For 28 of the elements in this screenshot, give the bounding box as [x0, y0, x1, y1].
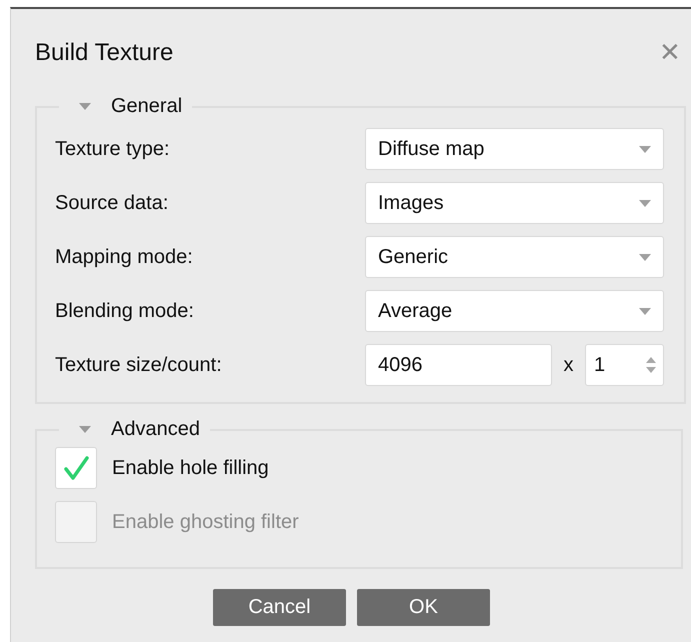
- field-label: Source data:: [55, 192, 170, 214]
- cancel-button[interactable]: Cancel: [213, 589, 346, 626]
- field-label: Blending mode:: [55, 300, 195, 322]
- caret-icon: [639, 200, 651, 206]
- dropdown[interactable]: Average: [365, 290, 664, 332]
- caret-icon: [639, 254, 651, 260]
- checkbox-label: Enable hole filling: [112, 456, 269, 480]
- disclosure-triangle-icon[interactable]: [79, 426, 91, 434]
- input-field[interactable]: 4096: [365, 344, 552, 386]
- window-title: Build Texture: [35, 39, 174, 67]
- dropdown[interactable]: Images: [365, 182, 664, 224]
- spin-box[interactable]: 1: [585, 344, 664, 386]
- stepper-arrows-icon: [645, 355, 657, 375]
- checkmark-icon: [61, 453, 91, 483]
- group-title: General: [111, 95, 182, 118]
- caret-icon: [639, 146, 651, 152]
- caret-icon: [639, 308, 651, 314]
- group-title: Advanced: [111, 418, 200, 441]
- checkbox-label: Enable ghosting filter: [112, 510, 299, 534]
- disclosure-triangle-icon[interactable]: [79, 102, 91, 110]
- checkbox[interactable]: [55, 447, 97, 489]
- field-label: Mapping mode:: [55, 246, 194, 268]
- field-label: Texture size/count:: [55, 354, 223, 376]
- field-label: Texture type:: [55, 138, 171, 160]
- ok-button[interactable]: OK: [357, 589, 490, 626]
- dropdown[interactable]: Diffuse map: [365, 128, 664, 170]
- dropdown[interactable]: Generic: [365, 236, 664, 278]
- times-sign: x: [562, 354, 574, 376]
